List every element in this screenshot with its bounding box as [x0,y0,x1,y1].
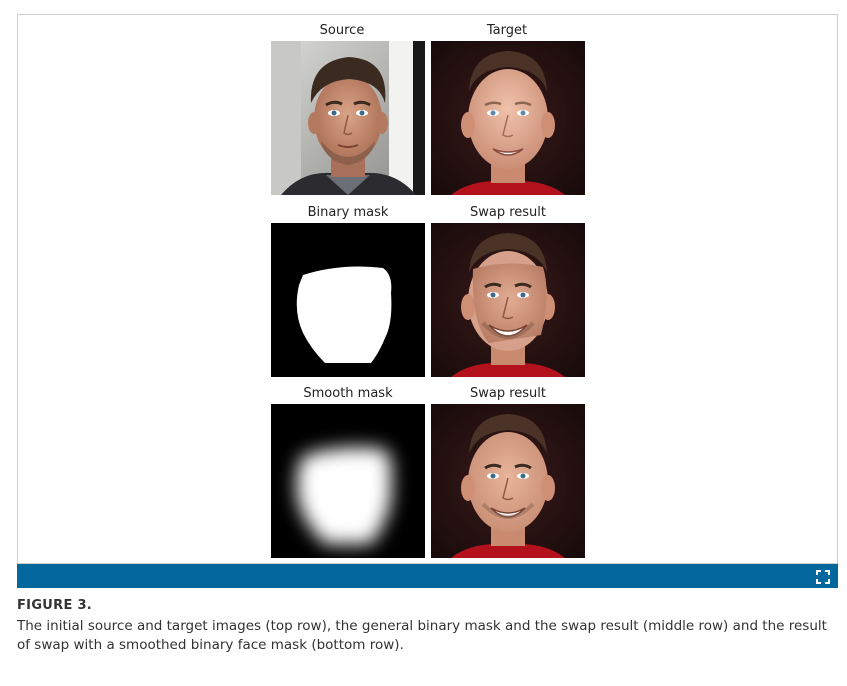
swap-result-image-1 [431,223,585,377]
smooth-mask-image [271,404,425,558]
swap-result-label-2: Swap result [469,386,546,401]
target-label: Target [486,23,528,38]
expand-icon[interactable] [816,569,830,584]
source-image [271,41,425,195]
binary-mask-label: Binary mask [307,205,389,220]
source-label: Source [319,23,365,38]
target-image [431,41,585,195]
figure-toolbar [17,564,838,588]
figure-caption-title: FIGURE 3. [17,598,93,613]
swap-result-label-1: Swap result [469,205,546,220]
swap-result-image-2 [431,404,585,558]
figure-caption-text: The initial source and target images (to… [17,618,827,653]
smooth-mask-label: Smooth mask [303,386,393,401]
binary-mask-image [271,223,425,377]
figure-frame [17,14,838,564]
